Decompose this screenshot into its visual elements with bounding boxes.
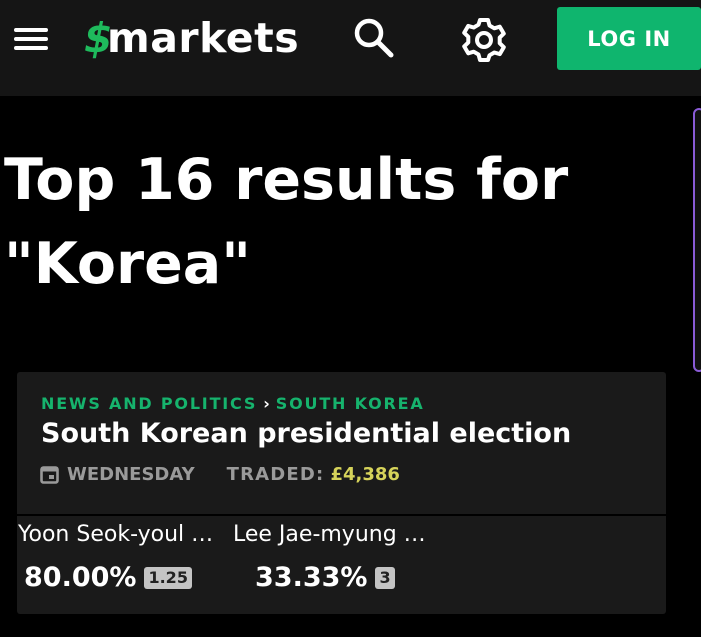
divider: [17, 514, 666, 516]
outcome-name: Lee Jae-myung …: [233, 522, 426, 547]
scrollbar[interactable]: [693, 108, 701, 372]
outcome-price: 33.33%: [255, 562, 368, 593]
traded-value: £4,386: [330, 463, 400, 485]
outcome-price: 80.00%: [24, 562, 137, 593]
search-icon[interactable]: [352, 16, 396, 60]
market-meta: WEDNESDAY TRADED: £4,386: [40, 462, 400, 486]
login-button[interactable]: LOG IN: [557, 7, 701, 70]
traded-label: TRADED:: [226, 463, 325, 485]
outcome-price-button[interactable]: 80.00% 1.25: [24, 562, 192, 593]
menu-icon[interactable]: [14, 26, 50, 52]
breadcrumb-category-link[interactable]: NEWS AND POLITICS: [41, 394, 257, 413]
page-title: Top 16 results for "Korea": [4, 147, 569, 297]
top-navigation-bar: $markets LOG IN: [0, 0, 701, 96]
outcome-price-button[interactable]: 33.33% 3: [255, 562, 395, 593]
odds-badge: 1.25: [144, 566, 192, 589]
outcome-name: Yoon Seok-youl …: [18, 522, 214, 547]
gear-icon[interactable]: [460, 16, 508, 64]
breadcrumb: NEWS AND POLITICS › SOUTH KOREA: [41, 394, 425, 413]
market-title[interactable]: South Korean presidential election: [41, 418, 571, 449]
breadcrumb-subcategory-link[interactable]: SOUTH KOREA: [276, 394, 425, 413]
logo-text: markets: [107, 14, 300, 62]
result-card[interactable]: NEWS AND POLITICS › SOUTH KOREA South Kore…: [17, 372, 666, 614]
chevron-right-icon: ›: [263, 394, 270, 413]
smarkets-logo[interactable]: $markets: [84, 10, 299, 70]
odds-badge: 3: [375, 566, 395, 589]
calendar-icon: [40, 465, 59, 484]
market-day: WEDNESDAY: [67, 463, 195, 485]
